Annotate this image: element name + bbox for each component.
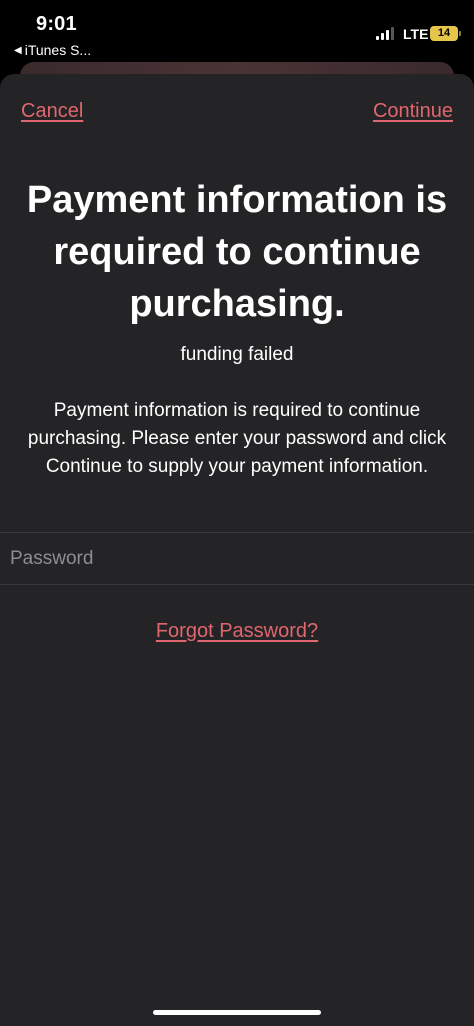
back-triangle-icon: ◀ (14, 44, 22, 56)
password-input[interactable] (10, 533, 464, 584)
payment-sheet: Cancel Continue Payment information is r… (0, 74, 474, 1026)
info-message: Payment information is required to conti… (27, 400, 447, 477)
error-subtitle: funding failed (180, 344, 294, 365)
battery-icon: 14 (430, 26, 461, 41)
network-type: LTE (403, 26, 429, 42)
cellular-signal-icon (376, 27, 394, 40)
page-title: Payment information is required to conti… (26, 179, 448, 325)
password-row (0, 532, 474, 585)
back-app-label: iTunes S... (24, 42, 92, 58)
back-to-app-link[interactable]: ◀ iTunes S... (14, 42, 91, 58)
cancel-button[interactable]: Cancel (21, 100, 83, 123)
continue-button[interactable]: Continue (373, 100, 453, 123)
forgot-password-container: Forgot Password? (0, 620, 474, 643)
home-indicator[interactable] (153, 1010, 321, 1015)
forgot-password-link[interactable]: Forgot Password? (156, 620, 318, 642)
status-time: 9:01 (36, 13, 77, 35)
status-bar: 9:01 ◀ iTunes S... LTE 14 (0, 0, 474, 62)
